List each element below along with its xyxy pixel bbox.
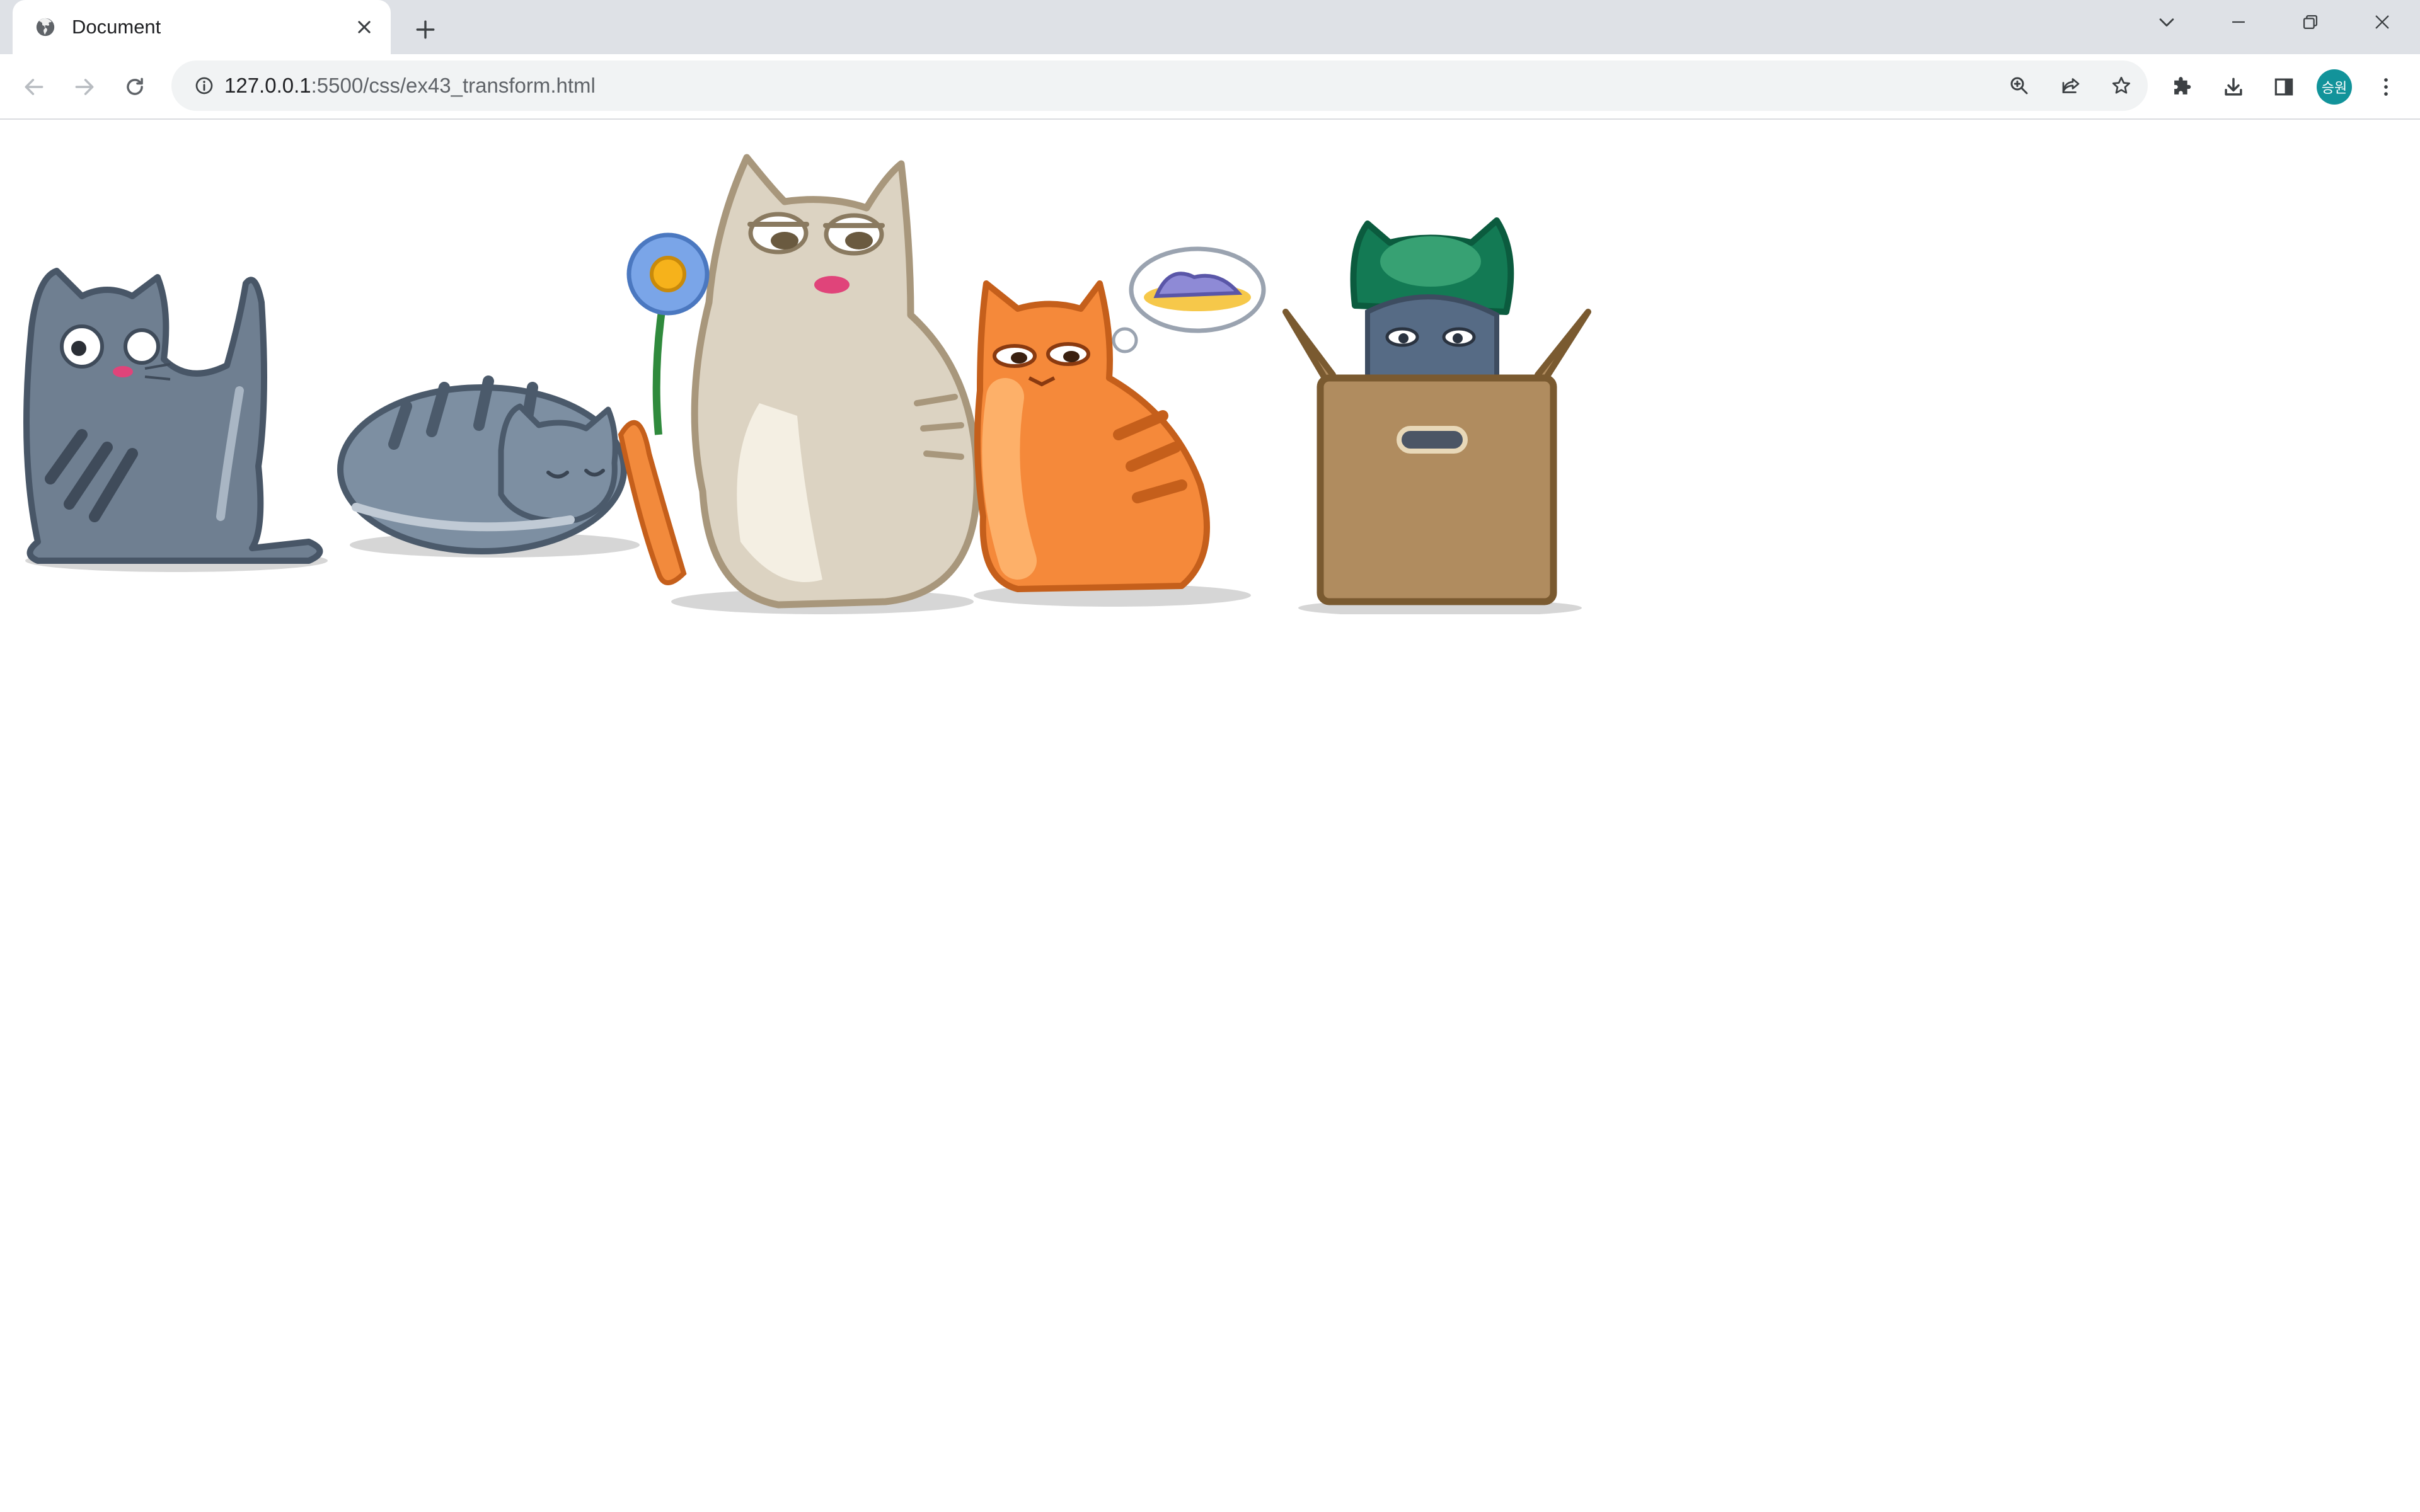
close-icon[interactable] <box>349 12 379 42</box>
downloads-button[interactable] <box>2215 69 2252 107</box>
star-icon[interactable] <box>2102 67 2140 105</box>
forward-arrow-icon <box>72 75 96 102</box>
tab-search-button[interactable] <box>2138 4 2196 43</box>
minimize-button[interactable] <box>2210 4 2267 43</box>
side-panel-icon <box>2272 75 2296 102</box>
info-icon[interactable] <box>187 68 222 103</box>
tab-document[interactable]: Document <box>13 0 391 54</box>
cat-image-flower <box>614 139 1005 624</box>
profile-avatar[interactable]: 승원 <box>2317 69 2352 105</box>
minimize-icon <box>2228 11 2249 36</box>
url-text[interactable]: 127.0.0.1:5500/css/ex43_transform.html <box>224 60 596 111</box>
forward-button[interactable] <box>66 69 103 107</box>
back-arrow-icon <box>22 75 46 102</box>
kebab-menu-icon <box>2374 75 2398 102</box>
download-icon <box>2221 75 2245 102</box>
restore-icon <box>2300 11 2321 36</box>
address-bar[interactable]: 127.0.0.1:5500/css/ex43_transform.html <box>171 60 2148 111</box>
browser-toolbar: 127.0.0.1:5500/css/ex43_transform.html 승… <box>0 54 2420 120</box>
back-button[interactable] <box>15 69 53 107</box>
new-tab-button[interactable] <box>406 11 445 50</box>
extensions-button[interactable] <box>2163 69 2201 107</box>
chevron-down-icon <box>2156 11 2177 36</box>
close-icon <box>2371 11 2393 36</box>
cat-image-stretching <box>13 202 328 611</box>
reload-button[interactable] <box>116 69 154 107</box>
plus-icon <box>415 19 436 43</box>
share-icon[interactable] <box>2052 67 2090 105</box>
cat-image-sleeping <box>331 243 646 583</box>
restore-button[interactable] <box>2281 4 2339 43</box>
tab-strip: Document <box>0 0 2420 54</box>
globe-icon <box>33 14 58 40</box>
window-close-button[interactable] <box>2353 4 2411 43</box>
side-panel-button[interactable] <box>2265 69 2303 107</box>
cat-image-thinking <box>967 189 1301 617</box>
url-host: 127.0.0.1 <box>224 74 311 97</box>
puzzle-icon <box>2170 75 2194 102</box>
url-path: :5500/css/ex43_transform.html <box>311 74 596 97</box>
reload-icon <box>123 75 147 102</box>
tab-title: Document <box>72 16 161 38</box>
page-content <box>0 120 2420 1512</box>
zoom-icon[interactable] <box>2000 67 2038 105</box>
cat-image-box <box>1279 186 1594 614</box>
menu-button[interactable] <box>2367 69 2405 107</box>
